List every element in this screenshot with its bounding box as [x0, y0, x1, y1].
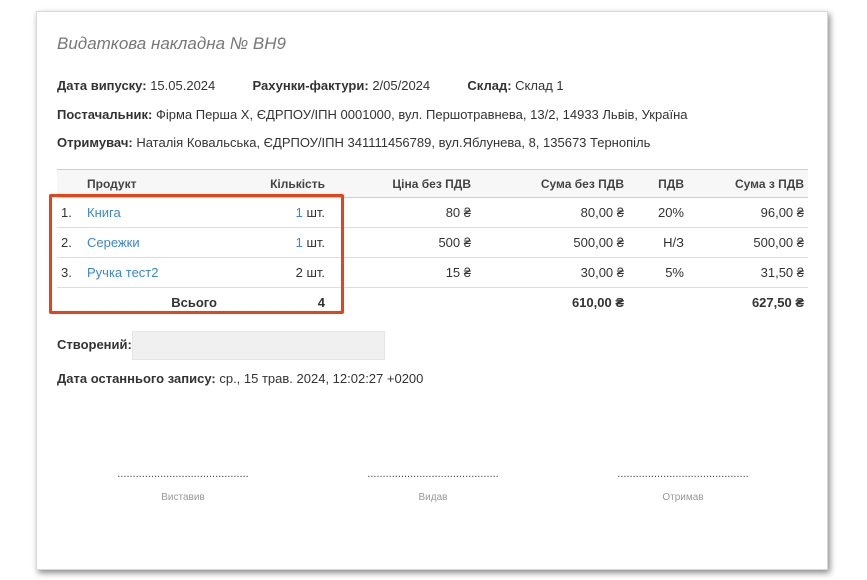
last-record-line: Дата останнього запису: ср., 15 трав. 20…: [57, 371, 423, 386]
quantity-value: 2: [295, 265, 303, 280]
total-sum-no-vat: 610,00 ₴: [571, 295, 624, 310]
total-label: Всього: [171, 295, 217, 310]
warehouse-label: Склад:: [467, 78, 512, 93]
price-cell: 15 ₴: [329, 257, 475, 288]
created-label: Створений:: [57, 337, 132, 352]
header-num: [57, 169, 83, 198]
supplier-value: Фірма Перша Х, ЄДРПОУ/ІПН 0001000, вул. …: [155, 107, 688, 122]
vat-cell: 5%: [628, 257, 688, 288]
unit-label: шт.: [306, 265, 325, 280]
total-sum-with-vat: 627,50 ₴: [751, 295, 804, 310]
row-number: 2.: [57, 227, 83, 258]
header-sum-no-vat: Сума без ПДВ: [475, 169, 628, 198]
sum-cell: 500,00 ₴: [475, 227, 628, 258]
signature-label: Виставив: [161, 492, 205, 503]
supplier-label: Постачальник:: [57, 107, 153, 122]
signature-label: Видав: [418, 492, 448, 503]
supplier-line: Постачальник: Фірма Перша Х, ЄДРПОУ/ІПН …: [57, 107, 687, 122]
total-cell: 96,00 ₴: [688, 197, 808, 228]
warehouse-value: Склад 1: [515, 78, 564, 93]
created-field: [132, 331, 385, 360]
signature-line: ........................................…: [367, 468, 499, 480]
product-link[interactable]: Книга: [87, 205, 121, 220]
table-row: 2. Сережки 1 шт. 500 ₴ 500,00 ₴ Н/З 500,…: [57, 227, 808, 258]
total-quantity: 4: [317, 295, 325, 310]
row-number: 1.: [57, 197, 83, 228]
total-cell: 31,50 ₴: [688, 257, 808, 288]
vat-cell: Н/З: [628, 227, 688, 258]
signature-label: Отримав: [662, 492, 704, 503]
table-total-row: Всього 4 610,00 ₴ 627,50 ₴: [57, 288, 808, 318]
issue-date-value: 15.05.2024: [150, 78, 216, 93]
table-row: 3. Ручка тест2 2 шт. 15 ₴ 30,00 ₴ 5% 31,…: [57, 257, 808, 288]
header-price-no-vat: Ціна без ПДВ: [329, 169, 475, 198]
unit-label: шт.: [306, 205, 325, 220]
product-link[interactable]: Сережки: [87, 235, 140, 250]
signature-line: ........................................…: [617, 468, 749, 480]
quantity-link[interactable]: 1: [296, 205, 303, 220]
items-table: Продукт Кількість Ціна без ПДВ Сума без …: [57, 169, 808, 317]
page-title: Видаткова накладна № ВН9: [57, 34, 286, 53]
signature-given: ........................................…: [353, 468, 513, 503]
header-quantity: Кількість: [221, 169, 329, 198]
header-vat: ПДВ: [628, 169, 688, 198]
total-cell: 500,00 ₴: [688, 227, 808, 258]
recipient-label: Отримувач:: [57, 135, 133, 150]
quantity-link[interactable]: 1: [296, 235, 303, 250]
issue-date-label: Дата випуску:: [57, 78, 147, 93]
signature-issued: ........................................…: [103, 468, 263, 503]
last-record-label: Дата останнього запису:: [57, 371, 216, 386]
price-cell: 500 ₴: [329, 227, 475, 258]
invoice-page: Видаткова накладна № ВН9 Дата випуску: 1…: [36, 11, 828, 570]
invoice-label: Рахунки-фактури:: [252, 78, 369, 93]
signature-line: ........................................…: [117, 468, 249, 480]
recipient-value: Наталія Ковальська, ЄДРПОУ/ІПН 341111456…: [136, 135, 651, 150]
sum-cell: 30,00 ₴: [475, 257, 628, 288]
price-cell: 80 ₴: [329, 197, 475, 228]
header-sum-with-vat: Сума з ПДВ: [688, 169, 808, 198]
unit-label: шт.: [306, 235, 325, 250]
issue-info-line: Дата випуску: 15.05.2024 Рахунки-фактури…: [57, 78, 564, 93]
header-product: Продукт: [83, 169, 221, 198]
invoice-value: 2/05/2024: [372, 78, 431, 93]
last-record-value: ср., 15 трав. 2024, 12:02:27 +0200: [219, 371, 424, 386]
signature-received: ........................................…: [603, 468, 763, 503]
product-link[interactable]: Ручка тест2: [87, 265, 158, 280]
vat-cell: 20%: [628, 197, 688, 228]
table-row: 1. Книга 1 шт. 80 ₴ 80,00 ₴ 20% 96,00 ₴: [57, 197, 808, 228]
row-number: 3.: [57, 257, 83, 288]
recipient-line: Отримувач: Наталія Ковальська, ЄДРПОУ/ІП…: [57, 135, 650, 150]
sum-cell: 80,00 ₴: [475, 197, 628, 228]
table-header-row: Продукт Кількість Ціна без ПДВ Сума без …: [57, 169, 808, 198]
